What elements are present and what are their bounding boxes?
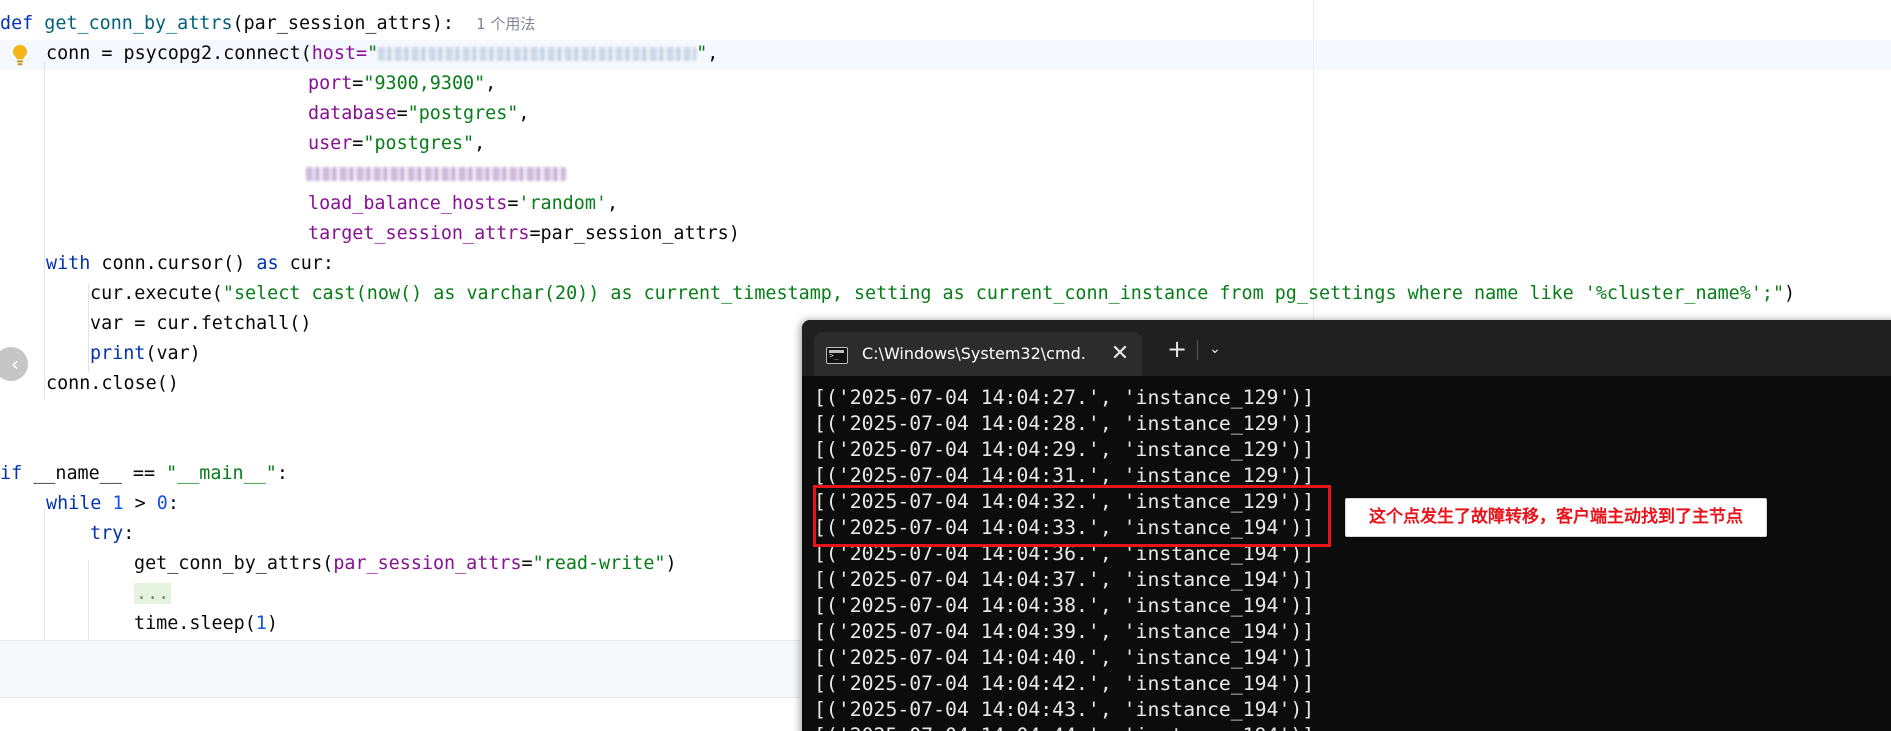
bottom-panel	[0, 641, 800, 697]
code-line-target-session[interactable]: target_session_attrs=par_session_attrs)	[308, 219, 740, 249]
indent-guide	[88, 284, 89, 372]
code-line-if-main[interactable]: if __name__ == "__main__":	[0, 459, 288, 489]
code-line-while[interactable]: while 1 > 0:	[46, 489, 179, 519]
host-keyword: host=	[311, 43, 368, 64]
terminal-tab-bar: C:\Windows\System32\cmd.exe ✕ + ⌄	[802, 320, 1891, 376]
terminal-line: [('2025-07-04 14:04:40.', 'instance_194'…	[814, 646, 1315, 669]
code-line-sleep[interactable]: time.sleep(1)	[134, 609, 278, 639]
terminal-line: [('2025-07-04 14:04:27.', 'instance_129'…	[814, 386, 1315, 409]
sql-query: "select cast(now() as varchar(20)) as cu…	[222, 283, 1785, 304]
code-line-call[interactable]: get_conn_by_attrs(par_session_attrs="rea…	[134, 549, 677, 579]
target-session-value: par_session_attrs	[540, 223, 729, 244]
code-line-port[interactable]: port="9300,9300",	[308, 69, 496, 99]
terminal-line: [('2025-07-04 14:04:28.', 'instance_129'…	[814, 412, 1315, 435]
terminal-line: [('2025-07-04 14:04:44.', 'instance_194'…	[814, 723, 1314, 731]
code-line-execute[interactable]: cur.execute("select cast(now() as varcha…	[90, 279, 1795, 309]
code-line-folded[interactable]: ...	[134, 579, 172, 609]
terminal-tab-title: C:\Windows\System32\cmd.exe	[862, 344, 1086, 363]
redacted-password	[306, 167, 566, 181]
sleep-arg: 1	[255, 613, 267, 634]
indent-guide	[88, 560, 89, 640]
terminal-output[interactable]: [('2025-07-04 14:04:27.', 'instance_129'…	[814, 385, 1314, 731]
port-value: "9300,9300"	[363, 73, 486, 94]
indent-guide	[44, 508, 45, 640]
tab-divider	[1197, 340, 1198, 360]
code-line-password-redacted[interactable]	[306, 159, 566, 189]
main-literal: "__main__"	[166, 463, 277, 484]
failover-callout: 这个点发生了故障转移，客户端主动找到了主节点	[1345, 498, 1767, 537]
code-line-def[interactable]: def get_conn_by_attrs(par_session_attrs)…	[0, 9, 535, 39]
lightbulb-icon[interactable]	[12, 44, 28, 66]
panel-divider	[0, 697, 800, 698]
indent-guide	[44, 62, 45, 400]
code-line-fetchall[interactable]: var = cur.fetchall()	[90, 309, 311, 339]
code-line-database[interactable]: database="postgres",	[308, 99, 529, 129]
terminal-tab[interactable]: C:\Windows\System32\cmd.exe ✕	[814, 332, 1142, 376]
failover-highlight-box	[813, 485, 1331, 547]
code-line-user[interactable]: user="postgres",	[308, 129, 485, 159]
code-line-with[interactable]: with conn.cursor() as cur:	[46, 249, 334, 279]
new-tab-button[interactable]: +	[1162, 334, 1192, 364]
redacted-host	[378, 47, 697, 61]
terminal-line: [('2025-07-04 14:04:38.', 'instance_194'…	[814, 594, 1315, 617]
terminal-line: [('2025-07-04 14:04:39.', 'instance_194'…	[814, 620, 1315, 643]
code-line-close[interactable]: conn.close()	[46, 369, 179, 399]
chevron-left-icon[interactable]: ‹	[0, 347, 28, 381]
terminal-line: [('2025-07-04 14:04:29.', 'instance_129'…	[814, 438, 1315, 461]
code-line-load-balance[interactable]: load_balance_hosts='random',	[308, 189, 618, 219]
terminal-line: [('2025-07-04 14:04:43.', 'instance_194'…	[814, 698, 1315, 721]
terminal-icon	[826, 347, 848, 364]
folded-region[interactable]: ...	[134, 583, 172, 604]
code-line-connect[interactable]: conn = psycopg2.connect(host=" ",	[46, 39, 718, 69]
code-line-print[interactable]: print(var)	[90, 339, 201, 369]
usage-hint[interactable]: 1 个用法	[476, 15, 535, 33]
load-balance-value: 'random'	[518, 193, 607, 214]
user-value: "postgres"	[363, 133, 475, 154]
terminal-line: [('2025-07-04 14:04:42.', 'instance_194'…	[814, 672, 1315, 695]
close-icon[interactable]: ✕	[1106, 340, 1134, 368]
database-value: "postgres"	[407, 103, 519, 124]
chevron-down-icon[interactable]: ⌄	[1200, 334, 1230, 364]
call-arg-value: "read-write"	[532, 553, 666, 574]
terminal-line: [('2025-07-04 14:04:37.', 'instance_194'…	[814, 568, 1315, 591]
code-line-try[interactable]: try:	[90, 519, 134, 549]
